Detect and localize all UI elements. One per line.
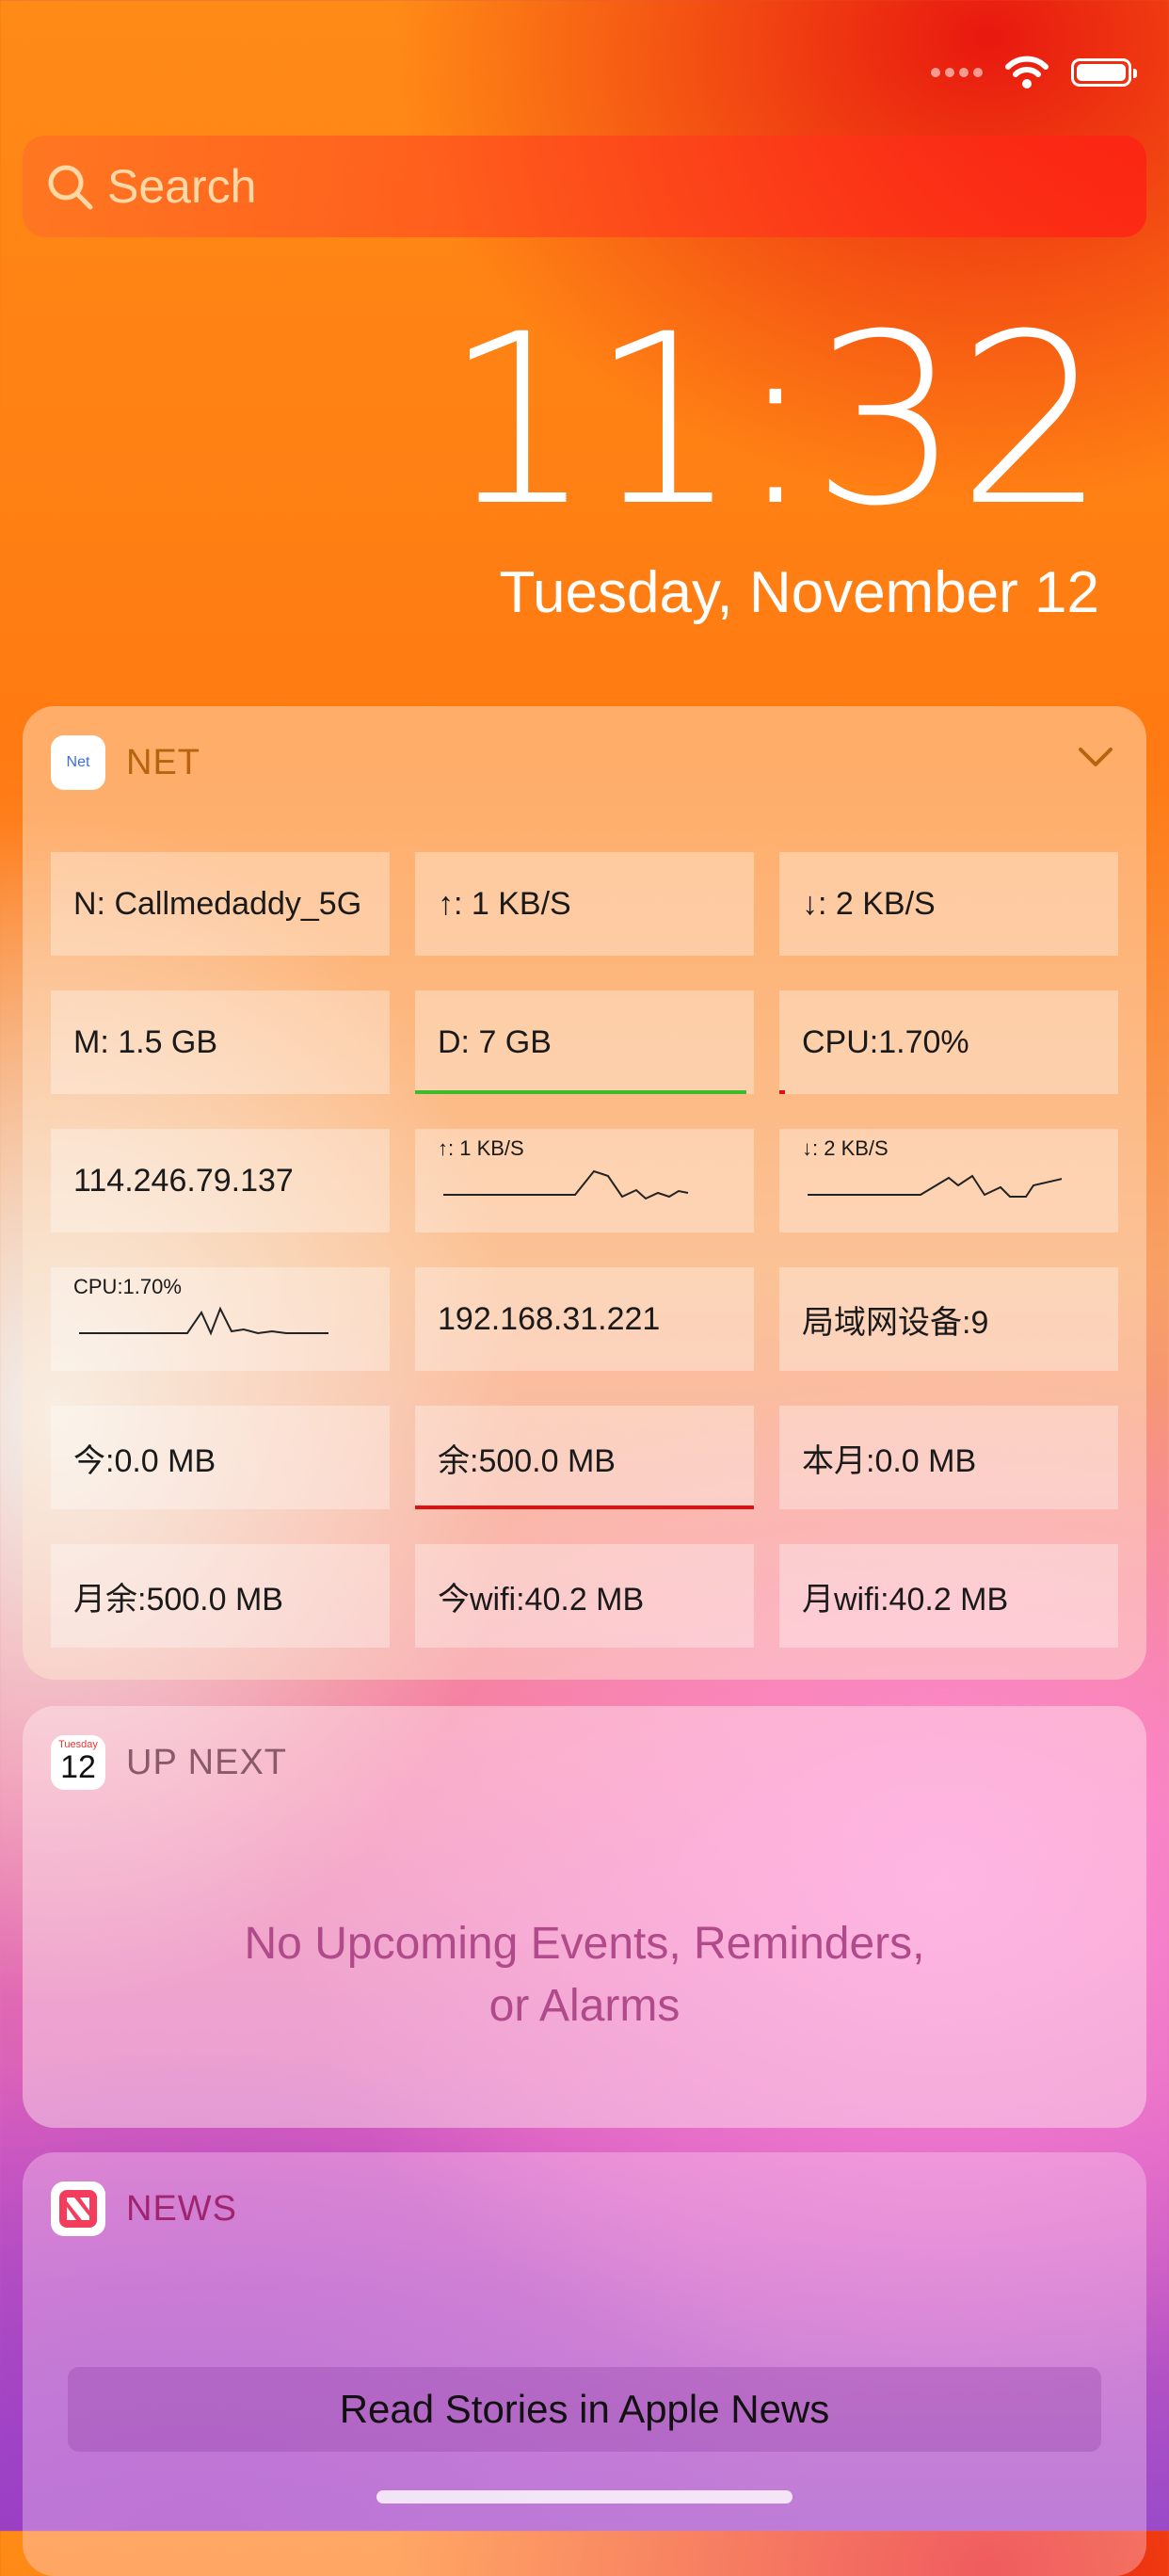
cell-text: 局域网设备:9 — [802, 1304, 989, 1341]
search-bar[interactable]: Search — [23, 136, 1146, 237]
month-wifi-cell[interactable]: 月wifi:40.2 MB — [779, 1544, 1118, 1648]
widget-header: Tuesday 12 UP NEXT — [51, 1734, 287, 1791]
empty-line-2: or Alarms — [488, 1981, 681, 2031]
download-sparkline-cell[interactable]: ↓: 2 KB/S — [779, 1129, 1118, 1232]
month-usage-cell[interactable]: 本月:0.0 MB — [779, 1406, 1118, 1509]
cell-text: M: 1.5 GB — [73, 1023, 218, 1060]
news-logo-icon — [59, 2190, 97, 2228]
cell-text: N: Callmedaddy_5G — [73, 885, 362, 922]
lan-devices-cell[interactable]: 局域网设备:9 — [779, 1267, 1118, 1371]
status-bar — [931, 49, 1137, 96]
net-stats-grid: N: Callmedaddy_5G ↑: 1 KB/S ↓: 2 KB/S M:… — [51, 852, 1118, 1648]
cell-text: 今:0.0 MB — [73, 1442, 216, 1479]
wifi-icon — [1005, 56, 1049, 89]
cpu-usage-bar — [779, 1090, 785, 1094]
cell-text: ↓: 2 KB/S — [802, 885, 936, 922]
news-app-icon — [51, 2182, 105, 2236]
cell-text: 余:500.0 MB — [438, 1442, 616, 1479]
cell-text: 月wifi:40.2 MB — [802, 1581, 1009, 1618]
read-stories-button[interactable]: Read Stories in Apple News — [68, 2367, 1101, 2452]
local-ip-cell[interactable]: 192.168.31.221 — [415, 1267, 754, 1371]
lock-date: Tuesday, November 12 — [499, 560, 1099, 625]
public-ip-cell[interactable]: 114.246.79.137 — [51, 1129, 390, 1232]
cell-text: 本月:0.0 MB — [802, 1442, 977, 1479]
search-icon — [48, 165, 93, 210]
upload-sparkline — [443, 1169, 689, 1200]
cell-text: D: 7 GB — [438, 1023, 552, 1060]
lock-time: 11:32 — [443, 283, 1107, 557]
download-sparkline — [808, 1174, 1062, 1198]
up-next-widget[interactable]: Tuesday 12 UP NEXT No Upcoming Events, R… — [23, 1706, 1146, 2128]
disk-cell[interactable]: D: 7 GB — [415, 990, 754, 1094]
calendar-icon-day: 12 — [60, 1749, 96, 1785]
remaining-cell[interactable]: 余:500.0 MB — [415, 1406, 754, 1509]
battery-icon — [1071, 58, 1137, 87]
cell-text: 114.246.79.137 — [73, 1162, 294, 1199]
widget-title: NEWS — [126, 2188, 237, 2229]
chevron-down-icon[interactable] — [1077, 744, 1114, 772]
cell-text: 192.168.31.221 — [438, 1300, 661, 1337]
search-placeholder: Search — [107, 160, 257, 213]
news-widget[interactable]: NEWS Read Stories in Apple News — [23, 2152, 1146, 2576]
widget-title: UP NEXT — [126, 1742, 288, 1782]
month-remaining-cell[interactable]: 月余:500.0 MB — [51, 1544, 390, 1648]
signal-dots-icon — [931, 68, 983, 77]
empty-line-1: No Upcoming Events, Reminders, — [244, 1919, 925, 1969]
disk-usage-bar — [415, 1090, 746, 1094]
widget-header: Net NET — [51, 734, 200, 791]
cell-text: 今wifi:40.2 MB — [438, 1581, 645, 1618]
widget-title: NET — [126, 742, 200, 782]
cell-text: CPU:1.70% — [802, 1023, 969, 1060]
download-speed-cell[interactable]: ↓: 2 KB/S — [779, 852, 1118, 956]
today-wifi-cell[interactable]: 今wifi:40.2 MB — [415, 1544, 754, 1648]
empty-state-message: No Upcoming Events, Reminders, or Alarms — [23, 1913, 1146, 2037]
net-app-icon: Net — [51, 735, 105, 790]
widget-header: NEWS — [51, 2181, 237, 2237]
network-name-cell[interactable]: N: Callmedaddy_5G — [51, 852, 390, 956]
calendar-app-icon: Tuesday 12 — [51, 1735, 105, 1790]
remaining-bar — [415, 1505, 754, 1509]
cpu-sparkline-cell[interactable]: CPU:1.70% — [51, 1267, 390, 1371]
cpu-sparkline — [79, 1306, 328, 1336]
cpu-cell[interactable]: CPU:1.70% — [779, 990, 1118, 1094]
cell-text: 月余:500.0 MB — [73, 1581, 283, 1618]
cell-text: ↑: 1 KB/S — [438, 885, 571, 922]
upload-speed-cell[interactable]: ↑: 1 KB/S — [415, 852, 754, 956]
net-widget[interactable]: Net NET N: Callmedaddy_5G ↑: 1 KB/S ↓: 2… — [23, 706, 1146, 1680]
memory-cell[interactable]: M: 1.5 GB — [51, 990, 390, 1094]
upload-sparkline-cell[interactable]: ↑: 1 KB/S — [415, 1129, 754, 1232]
today-usage-cell[interactable]: 今:0.0 MB — [51, 1406, 390, 1509]
home-indicator[interactable] — [376, 2490, 793, 2504]
